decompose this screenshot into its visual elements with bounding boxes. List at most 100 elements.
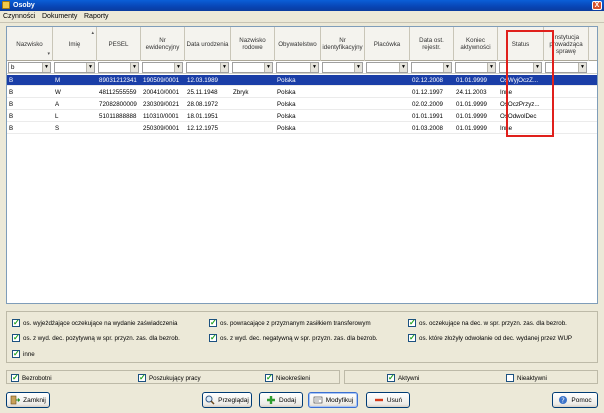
plus-icon [266,395,276,405]
browse-button[interactable]: Przeglądaj [202,392,252,408]
column-filter[interactable]: ▼ [232,62,273,73]
column-header[interactable]: Status [498,27,544,61]
table-row[interactable]: B M 89031212341 190509/0001 12.03.1989 Polska… [7,75,597,86]
magnifier-icon [205,395,215,405]
column-header[interactable]: Placówka [365,27,410,61]
table-cell: Polska [277,125,296,132]
dropdown-arrow-icon[interactable]: ▼ [130,63,138,72]
checkbox[interactable] [209,318,217,327]
check-poszukujacy[interactable]: Poszukujący pracy [138,373,201,383]
check-powracajace[interactable]: os. powracające z przyznanym zasiłkiem t… [209,318,371,328]
table-row[interactable]: B W 48112555559 200410/0001 25.11.1948 Zbryk P… [7,87,597,98]
table-row[interactable]: B S 250309/0001 12.12.1975 Polska 01.03.2008 0… [7,123,597,134]
check-aktywni[interactable]: Aktywni [387,373,419,383]
check-wyjezdzajace[interactable]: os. wyjeżdżające oczekujące na wydanie z… [12,318,177,328]
menu-item-dokumenty[interactable]: Dokumenty [42,13,77,21]
dropdown-arrow-icon[interactable]: ▼ [578,63,586,72]
edit-form-icon [313,395,323,405]
column-header[interactable]: Imię ▴ [53,27,97,61]
close-window-button[interactable]: X [592,1,602,10]
check-odwolanie[interactable]: os. które złożyły odwołanie od dec. wyda… [408,333,572,343]
dropdown-arrow-icon[interactable]: ▼ [174,63,182,72]
table-row[interactable]: B L 51011888888 110310/0001 18.01.1951 Polska… [7,111,597,122]
checkbox[interactable] [506,374,514,382]
table-cell: Polska [277,89,296,96]
dropdown-arrow-icon[interactable]: ▼ [42,63,50,72]
checkbox[interactable] [138,373,146,382]
dropdown-arrow-icon[interactable]: ▼ [354,63,362,72]
column-header[interactable]: Nr ewidencyjny [141,27,185,61]
column-header[interactable]: Nazwisko rodowe [231,27,275,61]
check-negatywna[interactable]: os. z wyd. dec. negatywną w spr. przyzn.… [209,333,378,343]
table-cell: M [55,77,61,84]
grid-filter-row: b ▼ ▼ ▼ ▼ ▼ ▼ ▼ ▼ ▼ ▼ ▼ ▼ ▼ [7,61,597,74]
dropdown-arrow-icon[interactable]: ▼ [533,63,541,72]
column-filter[interactable]: ▼ [142,62,183,73]
table-cell: 02.02.2009 [412,101,443,108]
menu-item-raporty[interactable]: Raporty [84,13,109,21]
check-pozytywna[interactable]: os. z wyd. dec. pozytywną w spr. przyzn.… [12,333,180,343]
check-nieaktywni[interactable]: Nieaktywni [506,373,547,383]
column-filter[interactable]: ▼ [276,62,319,73]
dropdown-arrow-icon[interactable]: ▼ [220,63,228,72]
checkbox[interactable] [11,373,19,382]
table-row[interactable]: B A 72082800009 230309/0021 28.08.1972 Polska… [7,99,597,110]
add-button[interactable]: Dodaj [259,392,303,408]
column-filter[interactable]: ▼ [98,62,139,73]
column-filter[interactable]: ▼ [186,62,229,73]
table-cell [544,99,589,110]
table-cell [321,99,365,110]
column-header[interactable]: Data urodzenia [185,27,231,61]
dropdown-arrow-icon[interactable]: ▼ [443,63,451,72]
check-oczekujace[interactable]: os. oczekujące na dec. w spr. przyzn. za… [408,318,567,328]
modify-button[interactable]: Modyfikuj [308,392,358,408]
checkbox[interactable] [387,373,395,382]
column-filter[interactable]: ▼ [411,62,452,73]
column-filter[interactable]: ▼ [322,62,363,73]
checkbox[interactable] [12,333,20,342]
checkbox[interactable] [12,318,20,327]
column-header[interactable]: Nazwisko ▾ [7,27,53,61]
dropdown-arrow-icon[interactable]: ▼ [264,63,272,72]
column-filter[interactable]: b ▼ [8,62,51,73]
table-cell: Inne [500,89,513,96]
check-bezrobotni[interactable]: Bezrobotni [11,373,52,383]
table-cell: 28.08.1972 [187,101,218,108]
column-filter[interactable]: ▼ [499,62,542,73]
table-cell [365,75,410,86]
table-cell [321,87,365,98]
checkbox[interactable] [209,333,217,342]
table-cell: 02.12.2008 [412,77,443,84]
dropdown-arrow-icon[interactable]: ▼ [86,63,94,72]
checkbox[interactable] [408,318,416,327]
checkbox[interactable] [12,349,20,358]
checkbox[interactable] [408,333,416,342]
column-header[interactable]: Obywatelstwo [275,27,321,61]
menu-item-czynnosci[interactable]: Czynności [3,13,35,21]
column-header[interactable]: Instytucja prowadząca sprawę [544,27,589,61]
persons-grid[interactable]: Nazwisko ▾ Imię ▴ PESEL Nr ewidencyjny Data ur… [6,26,598,304]
delete-button[interactable]: Usuń [366,392,410,408]
dropdown-arrow-icon[interactable]: ▼ [310,63,318,72]
column-header[interactable]: PESEL [97,27,141,61]
column-filter[interactable]: ▼ [545,62,587,73]
table-cell: 230309/0021 [143,101,180,108]
close-button[interactable]: Zamknij [6,392,50,408]
grid-header: Nazwisko ▾ Imię ▴ PESEL Nr ewidencyjny Data ur… [7,27,597,61]
checkbox[interactable] [265,373,273,382]
dropdown-arrow-icon[interactable]: ▼ [487,63,495,72]
dropdown-arrow-icon[interactable]: ▼ [399,63,407,72]
table-cell: 51011888888 [99,113,137,120]
check-nieokresleni[interactable]: Nieokreśleni [265,373,310,383]
column-header[interactable]: Data ost. rejestr. [410,27,454,61]
help-button[interactable]: ? Pomoc [552,392,598,408]
menu-bar: Czynności Dokumenty Raporty [0,11,604,23]
column-header[interactable]: Koniec aktywności [454,27,498,61]
column-filter[interactable]: ▼ [455,62,496,73]
sort-indicator-icon: ▾ [47,51,50,57]
table-cell: 110310/0001 [143,113,179,120]
column-filter[interactable]: ▼ [366,62,408,73]
column-header[interactable]: Nr identyfikacyjny [321,27,365,61]
check-inne[interactable]: inne [12,349,35,359]
column-filter[interactable]: ▼ [54,62,95,73]
